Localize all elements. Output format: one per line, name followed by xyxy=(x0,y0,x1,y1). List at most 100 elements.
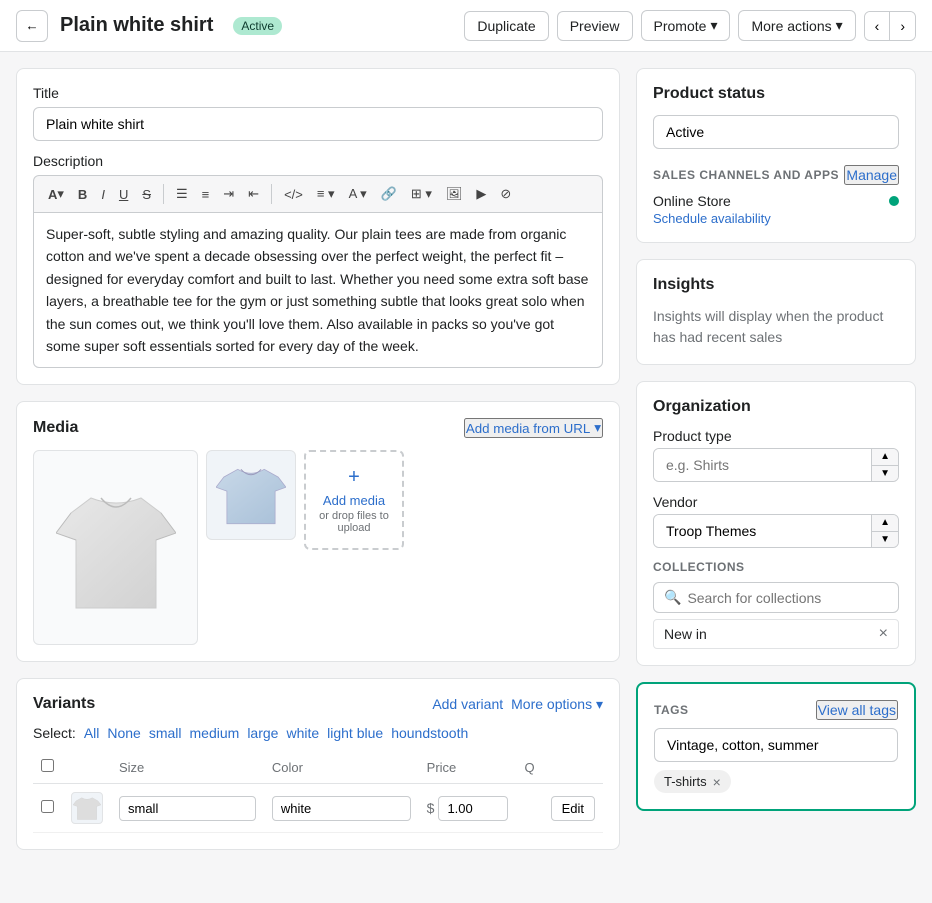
size-input[interactable] xyxy=(119,796,256,821)
bold-button[interactable]: B xyxy=(72,182,93,206)
variants-actions: Add variant More options ▾ xyxy=(432,696,603,713)
media-header: Media Add media from URL ▾ xyxy=(33,418,603,438)
font-button[interactable]: A ▾ xyxy=(42,182,70,206)
manage-button[interactable]: Manage xyxy=(844,165,899,185)
title-description-card: Title Description A ▾ B I U S ☰ ≡ ⇥ ⇤ </… xyxy=(16,68,620,385)
title-input[interactable] xyxy=(33,107,603,141)
filter-none[interactable]: None xyxy=(107,725,140,741)
chevron-down-icon: ▾ xyxy=(836,17,843,34)
online-store-label: Online Store xyxy=(653,193,731,209)
thumb-shirt-icon xyxy=(73,794,101,822)
tag-chips: T-shirts × xyxy=(654,770,898,793)
special-button[interactable]: ⊘ xyxy=(494,182,517,206)
code-button[interactable]: </> xyxy=(278,182,309,206)
add-media-url-button[interactable]: Add media from URL ▾ xyxy=(464,418,603,438)
vendor-label: Vendor xyxy=(653,494,899,510)
status-badge: Active xyxy=(233,17,282,35)
product-type-field: Product type ▲ ▼ xyxy=(653,428,899,482)
filter-medium[interactable]: medium xyxy=(190,725,240,741)
row-edit: Edit xyxy=(543,784,603,833)
variants-header: Variants Add variant More options ▾ xyxy=(33,695,603,713)
media-card: Media Add media from URL ▾ xyxy=(16,401,620,662)
organization-card: Organization Product type ▲ ▼ Vendor ▲ xyxy=(636,381,916,666)
header: ← Plain white shirt Active Duplicate Pre… xyxy=(0,0,932,52)
main-layout: Title Description A ▾ B I U S ☰ ≡ ⇥ ⇤ </… xyxy=(0,52,932,866)
bullet-list-button[interactable]: ☰ xyxy=(170,182,194,206)
align-button[interactable]: ≡ ▾ xyxy=(311,182,341,206)
nav-prev-button[interactable]: ‹ xyxy=(865,12,890,40)
tags-input[interactable] xyxy=(654,728,898,762)
filter-light-blue[interactable]: light blue xyxy=(327,725,383,741)
active-indicator xyxy=(889,196,899,206)
insights-card: Insights Insights will display when the … xyxy=(636,259,916,365)
chevron-down-icon: ▾ xyxy=(596,696,603,712)
edit-variant-button[interactable]: Edit xyxy=(551,796,595,821)
preview-button[interactable]: Preview xyxy=(557,11,633,41)
status-select[interactable]: Active Draft Archived xyxy=(653,115,899,149)
vendor-field: Vendor ▲ ▼ xyxy=(653,494,899,548)
tags-card: TAGS View all tags T-shirts × xyxy=(636,682,916,811)
collections-search-input[interactable] xyxy=(687,590,888,606)
product-type-input[interactable] xyxy=(654,449,871,481)
stepper-down[interactable]: ▼ xyxy=(872,532,898,548)
select-label: Select: xyxy=(33,725,76,741)
ordered-list-button[interactable]: ≡ xyxy=(196,182,216,206)
remove-tag-button[interactable]: × xyxy=(713,775,721,789)
more-options-button[interactable]: More options ▾ xyxy=(511,696,603,713)
select-all-checkbox[interactable] xyxy=(41,759,54,772)
italic-button[interactable]: I xyxy=(95,182,111,206)
link-button[interactable]: 🔗 xyxy=(375,182,403,206)
description-editor[interactable]: Super-soft, subtle styling and amazing q… xyxy=(33,212,603,368)
media-item-secondary[interactable] xyxy=(206,450,296,540)
shirt-image xyxy=(56,478,176,618)
filter-small[interactable]: small xyxy=(149,725,182,741)
color-input[interactable] xyxy=(272,796,411,821)
color-button[interactable]: A ▾ xyxy=(343,182,373,206)
outdent-button[interactable]: ⇤ xyxy=(242,182,265,206)
stepper-up[interactable]: ▲ xyxy=(872,515,898,532)
tag-chip: T-shirts × xyxy=(654,770,731,793)
row-select-checkbox[interactable] xyxy=(41,800,54,813)
product-type-wrapper: ▲ ▼ xyxy=(653,448,899,482)
collection-tag-label: New in xyxy=(664,626,707,642)
view-all-tags-button[interactable]: View all tags xyxy=(816,700,898,720)
back-button[interactable]: ← xyxy=(16,10,48,42)
stepper-down[interactable]: ▼ xyxy=(872,466,898,482)
price-input[interactable] xyxy=(438,796,508,821)
stepper-up[interactable]: ▲ xyxy=(872,449,898,466)
duplicate-button[interactable]: Duplicate xyxy=(464,11,548,41)
tags-header: TAGS View all tags xyxy=(654,700,898,720)
indent-button[interactable]: ⇥ xyxy=(217,182,240,206)
image-button[interactable]: 🖼 xyxy=(440,182,469,206)
sales-channels-label: SALES CHANNELS AND APPS xyxy=(653,168,839,182)
strikethrough-button[interactable]: S xyxy=(136,182,157,206)
right-column: Product status Active Draft Archived SAL… xyxy=(636,68,916,850)
online-store-row: Online Store xyxy=(653,193,899,209)
sales-channels-section: SALES CHANNELS AND APPS Manage Online St… xyxy=(653,165,899,226)
filter-white[interactable]: white xyxy=(286,725,319,741)
video-button[interactable]: ▶ xyxy=(470,182,492,206)
row-price: $ xyxy=(419,784,517,833)
search-icon: 🔍 xyxy=(664,589,681,606)
nav-next-button[interactable]: › xyxy=(889,12,915,40)
col-color-header: Color xyxy=(264,751,419,784)
status-select-wrapper: Active Draft Archived xyxy=(653,115,899,149)
variant-filters: Select: All None small medium large whit… xyxy=(33,725,603,741)
filter-large[interactable]: large xyxy=(247,725,278,741)
variants-title: Variants xyxy=(33,695,95,713)
add-variant-button[interactable]: Add variant xyxy=(432,696,503,712)
underline-button[interactable]: U xyxy=(113,182,134,206)
filter-all[interactable]: All xyxy=(84,725,100,741)
vendor-stepper: ▲ ▼ xyxy=(871,515,898,547)
description-label: Description xyxy=(33,153,603,169)
vendor-input[interactable] xyxy=(654,515,871,547)
media-item-main[interactable] xyxy=(33,450,198,645)
col-action-header xyxy=(543,751,603,784)
filter-houndstooth[interactable]: houndstooth xyxy=(391,725,468,741)
add-media-button[interactable]: + Add media or drop files to upload xyxy=(304,450,404,550)
table-button[interactable]: ⊞ ▾ xyxy=(405,182,438,206)
schedule-link[interactable]: Schedule availability xyxy=(653,211,899,226)
more-actions-button[interactable]: More actions ▾ xyxy=(738,10,855,41)
promote-button[interactable]: Promote ▾ xyxy=(641,10,731,41)
remove-collection-button[interactable]: × xyxy=(879,626,888,642)
